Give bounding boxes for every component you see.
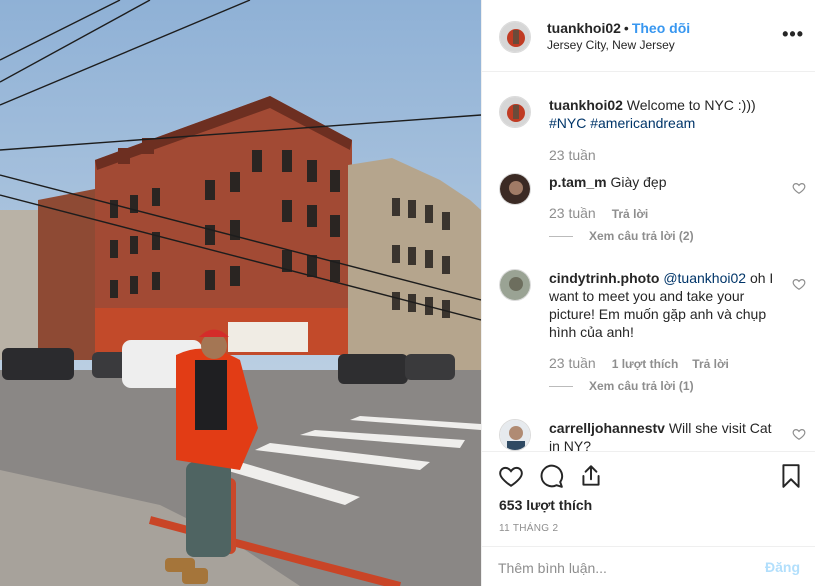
reply-button[interactable]: Trả lời bbox=[692, 357, 729, 371]
comment-icon[interactable] bbox=[538, 463, 564, 489]
reply-button[interactable]: Trả lời bbox=[612, 207, 649, 221]
separator-dot: • bbox=[623, 20, 629, 36]
like-comment-heart-icon[interactable] bbox=[792, 427, 806, 441]
post-header: tuankhoi02 • Theo dõi Jersey City, New Jer… bbox=[482, 0, 815, 72]
comment-likes-button[interactable]: 1 lượt thích bbox=[612, 357, 679, 371]
post-photo[interactable] bbox=[0, 0, 481, 586]
comment-time[interactable]: 23 tuần bbox=[549, 205, 596, 221]
comment-time[interactable]: 23 tuần bbox=[549, 355, 596, 371]
like-comment-heart-icon[interactable] bbox=[792, 181, 806, 195]
comment-username[interactable]: carrelljohannestv bbox=[549, 420, 665, 436]
likes-count[interactable]: 653 lượt thích bbox=[499, 497, 592, 513]
divider-line bbox=[549, 236, 573, 238]
caption-hashtags[interactable]: #NYC #americandream bbox=[549, 115, 695, 131]
comment-body: Giày đẹp bbox=[610, 174, 667, 190]
caption-time[interactable]: 23 tuần bbox=[549, 147, 596, 163]
comment-username[interactable]: cindytrinh.photo bbox=[549, 270, 659, 286]
post-actions: 653 lượt thích 11 THÁNG 2 bbox=[482, 451, 815, 546]
comments-list[interactable]: tuankhoi02 Welcome to NYC :))) #NYC #ame… bbox=[482, 73, 815, 451]
comment-username[interactable]: p.tam_m bbox=[549, 174, 607, 190]
caption-avatar[interactable] bbox=[499, 96, 531, 128]
more-options-icon[interactable]: ••• bbox=[782, 24, 804, 45]
caption-text: tuankhoi02 Welcome to NYC :))) #NYC #ame… bbox=[549, 96, 777, 132]
view-replies-label: Xem câu trả lời (1) bbox=[589, 379, 694, 393]
comment-composer: Đăng bbox=[482, 546, 815, 586]
commenter-avatar[interactable] bbox=[499, 419, 531, 451]
follow-button[interactable]: Theo dõi bbox=[632, 20, 690, 36]
view-replies-label: Xem câu trả lời (2) bbox=[589, 229, 694, 243]
author-username[interactable]: tuankhoi02 bbox=[547, 20, 621, 36]
commenter-avatar[interactable] bbox=[499, 269, 531, 301]
post-panel: tuankhoi02 • Theo dõi Jersey City, New Jer… bbox=[481, 0, 815, 586]
comment-text: p.tam_m Giày đẹp bbox=[549, 173, 777, 191]
caption-username[interactable]: tuankhoi02 bbox=[549, 97, 623, 113]
comment-input[interactable] bbox=[498, 557, 738, 579]
post-date[interactable]: 11 THÁNG 2 bbox=[499, 523, 558, 534]
comment-mention[interactable]: @tuankhoi02 bbox=[663, 270, 746, 286]
commenter-avatar[interactable] bbox=[499, 173, 531, 205]
comment-text: cindytrinh.photo @tuankhoi02 oh I want t… bbox=[549, 269, 777, 341]
author-avatar[interactable] bbox=[499, 21, 531, 53]
caption-meta: 23 tuần bbox=[549, 147, 612, 163]
share-icon[interactable] bbox=[578, 463, 604, 489]
author-line: tuankhoi02 • Theo dõi bbox=[547, 20, 690, 36]
heart-icon[interactable] bbox=[498, 463, 524, 489]
divider-line bbox=[549, 386, 573, 388]
caption-body: Welcome to NYC :))) bbox=[626, 97, 756, 113]
view-replies-link[interactable]: Xem câu trả lời (2) bbox=[549, 229, 694, 243]
view-replies-link[interactable]: Xem câu trả lời (1) bbox=[549, 379, 694, 393]
like-comment-heart-icon[interactable] bbox=[792, 277, 806, 291]
comment-meta: 23 tuần 1 lượt thích Trả lời bbox=[549, 355, 743, 371]
comment-meta: 23 tuần Trả lời bbox=[549, 205, 662, 221]
bookmark-icon[interactable] bbox=[778, 463, 804, 489]
post-comment-button[interactable]: Đăng bbox=[765, 559, 800, 575]
photo-scene bbox=[0, 0, 481, 586]
comment-text: carrelljohannestv Will she visit Cat in … bbox=[549, 419, 777, 451]
post-location[interactable]: Jersey City, New Jersey bbox=[547, 38, 675, 52]
